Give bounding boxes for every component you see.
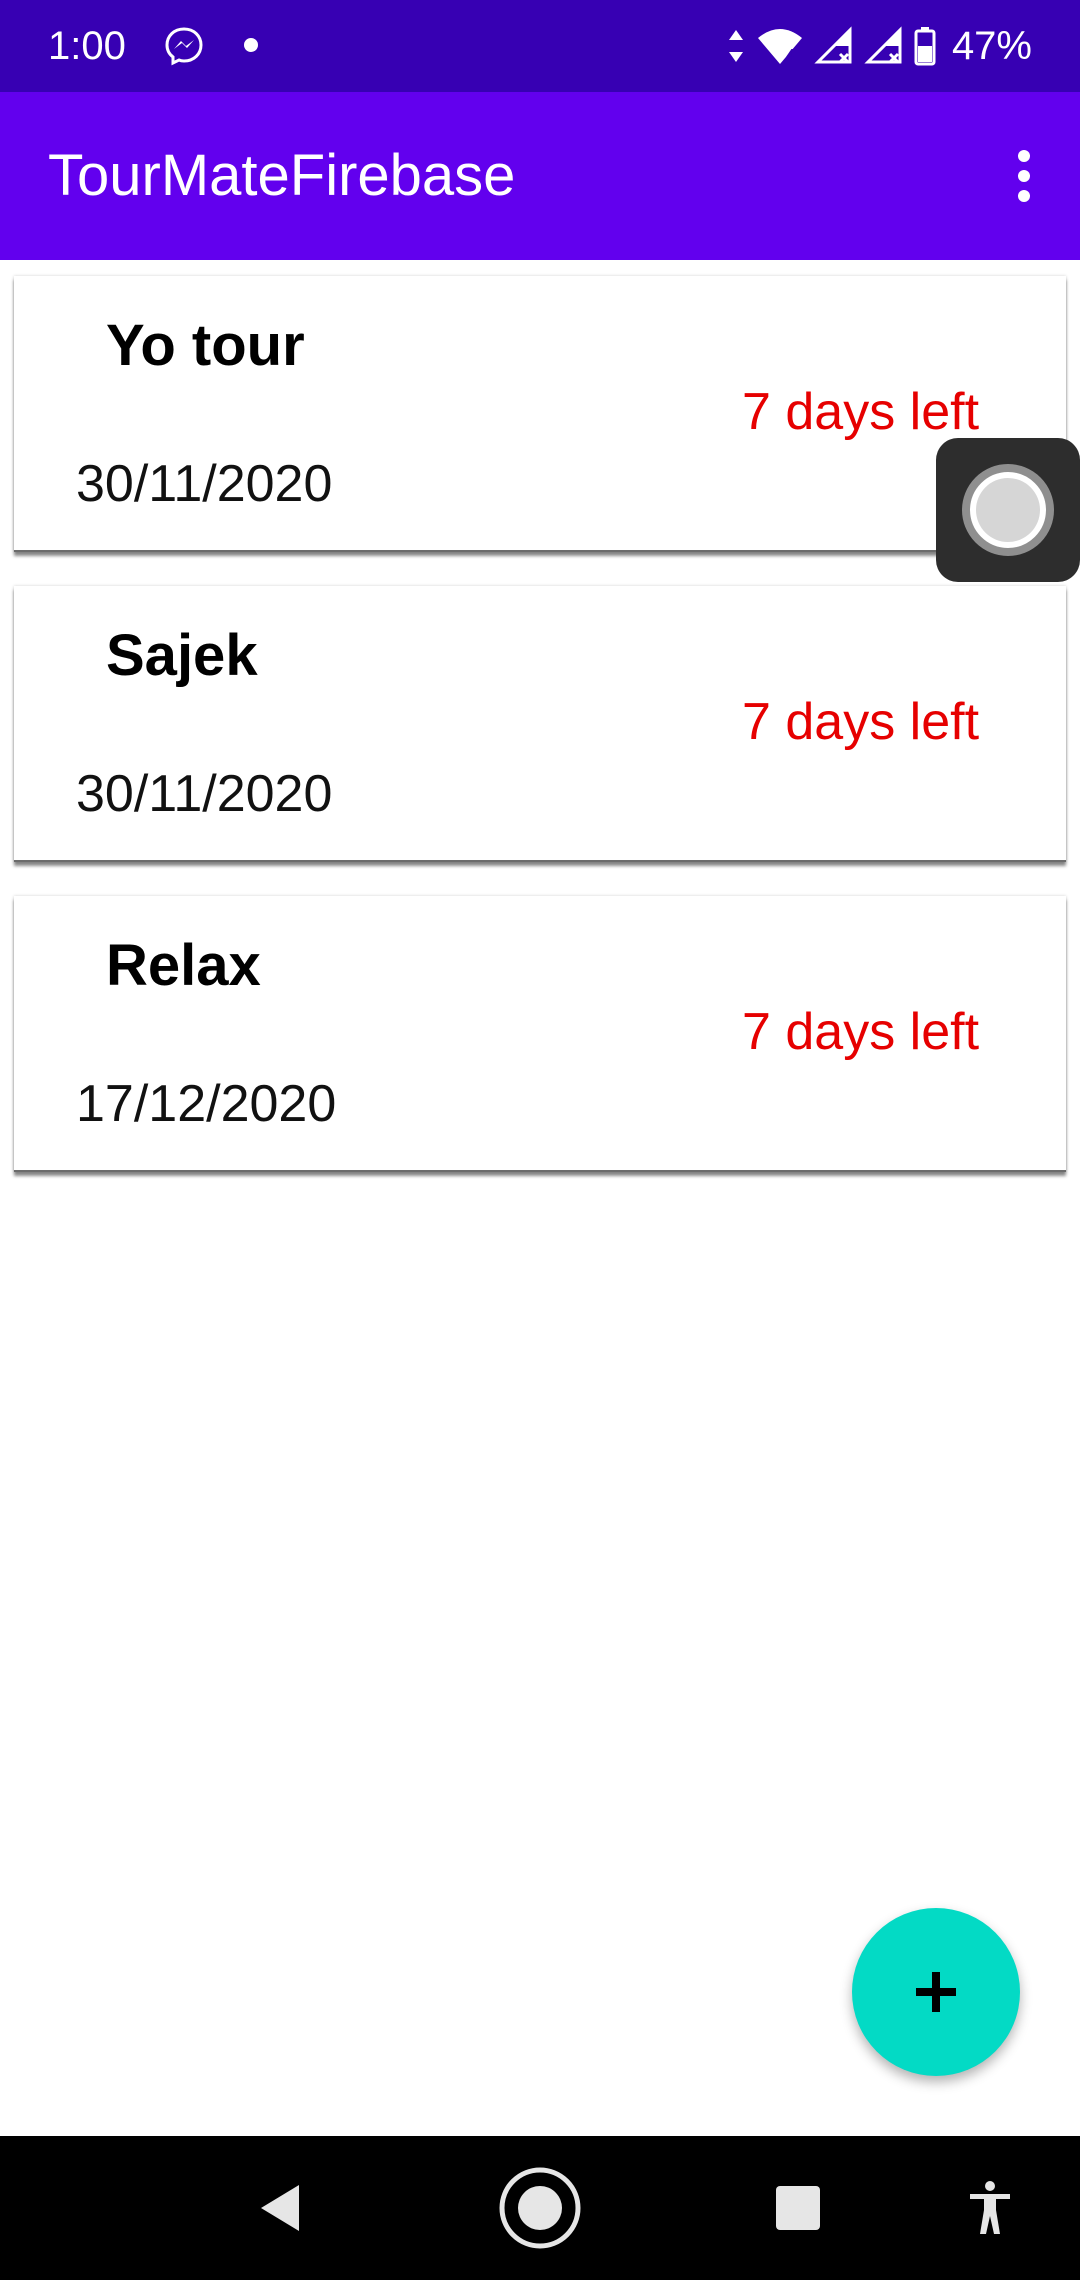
wifi-icon: 4 [757, 29, 802, 64]
add-tour-button[interactable] [852, 1908, 1020, 2076]
tour-name: Yo tour [106, 313, 305, 378]
back-button[interactable] [230, 2158, 330, 2258]
messenger-icon [165, 27, 203, 66]
battery-percentage: 47% [951, 24, 1032, 68]
tour-days-left: 7 days left [742, 1003, 980, 1061]
accessibility-button[interactable] [940, 2158, 1040, 2258]
home-icon [499, 2167, 581, 2249]
app-title: TourMateFirebase [48, 143, 516, 208]
signal-icon [814, 26, 852, 64]
tour-date: 30/11/2020 [76, 455, 333, 513]
tour-card[interactable]: Sajek 7 days left 30/11/2020 [14, 586, 1066, 862]
plus-icon [916, 1972, 956, 2012]
tour-days-left: 7 days left [742, 693, 980, 751]
notification-dot-icon [244, 38, 258, 52]
signal-icon [864, 26, 902, 64]
status-bar: 1:00 4 47% [0, 0, 1080, 92]
app-bar: TourMateFirebase [0, 92, 1080, 260]
tour-card[interactable]: Yo tour 7 days left 30/11/2020 [14, 276, 1066, 552]
tour-date: 30/11/2020 [76, 765, 333, 823]
tour-name: Sajek [106, 623, 258, 688]
assistive-touch-button[interactable] [936, 438, 1080, 582]
tour-days-left: 7 days left [742, 383, 980, 441]
home-button[interactable] [490, 2158, 590, 2258]
tour-card[interactable]: Relax 7 days left 17/12/2020 [14, 896, 1066, 1172]
status-time: 1:00 [48, 24, 126, 68]
assistive-touch-icon [962, 464, 1054, 556]
battery-icon [914, 27, 936, 66]
data-arrows-icon [728, 30, 743, 62]
accessibility-icon [970, 2181, 1010, 2234]
status-indicators: 4 47% [726, 18, 1032, 74]
overflow-menu-icon[interactable] [992, 144, 1056, 208]
back-icon [261, 2185, 299, 2231]
recents-icon [776, 2186, 820, 2230]
svg-text:4: 4 [786, 47, 795, 64]
system-nav-bar [0, 2136, 1080, 2280]
tour-date: 17/12/2020 [76, 1075, 337, 1133]
tour-name: Relax [106, 933, 261, 998]
recents-button[interactable] [748, 2158, 848, 2258]
